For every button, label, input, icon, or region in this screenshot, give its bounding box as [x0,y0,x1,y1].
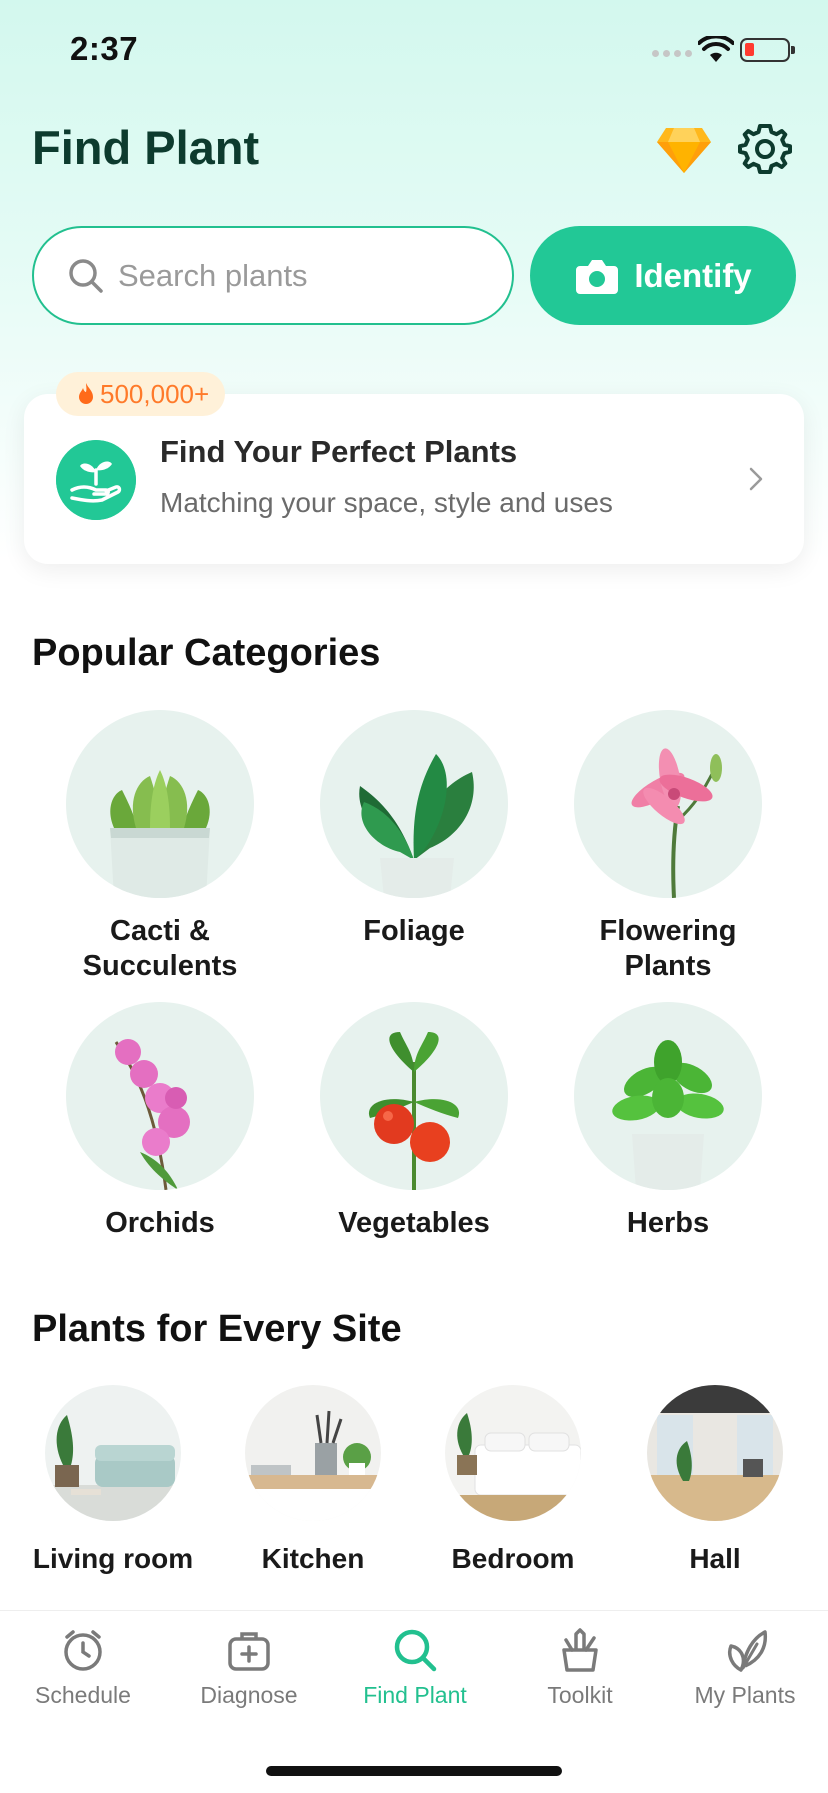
search-icon [394,1629,437,1672]
category-label: Vegetables [338,1207,490,1239]
tab-diagnose[interactable]: Diagnose [166,1622,332,1709]
identify-button[interactable]: Identify [530,226,796,325]
clock-icon [64,1630,102,1671]
category-cacti-succulents[interactable]: Cacti & Succulents [60,710,260,984]
camera-icon [576,259,619,294]
category-flowering-plants[interactable]: Flowering Plants [568,710,768,984]
foliage-image [320,710,508,898]
find-perfect-plants-card[interactable] [24,394,804,564]
category-herbs[interactable]: Herbs [568,1002,768,1241]
site-label: Kitchen [261,1543,365,1574]
site-label: Living room [32,1543,194,1574]
settings-gear-icon[interactable] [738,122,792,176]
toolkit-icon [562,1628,598,1672]
popular-categories-heading: Popular Categories [32,632,381,674]
category-label: Flowering Plants [599,915,737,982]
bedroom-image [445,1385,581,1521]
badge-text: 500,000+ [100,378,210,409]
tab-label: Diagnose [200,1682,298,1708]
search-icon [69,258,103,293]
chevron-right-icon [749,467,763,491]
living-room-image [45,1385,181,1521]
premium-gem-icon[interactable] [656,126,712,174]
category-foliage[interactable]: Foliage [314,710,514,949]
orchids-image [66,1002,254,1190]
category-label: Orchids [105,1207,215,1239]
promo-title: Find Your Perfect Plants [160,434,518,469]
hall-image [647,1385,783,1521]
page-title: Find Plant [32,121,260,174]
site-label: Bedroom [451,1543,575,1574]
plant-hand-icon [56,440,136,520]
home-indicator[interactable] [266,1766,562,1776]
medkit-icon [228,1632,270,1671]
battery-icon [740,38,795,62]
category-label: Cacti & Succulents [82,915,238,982]
vegetables-image [320,1002,508,1190]
category-label: Herbs [626,1207,710,1239]
leaves-icon [728,1630,768,1672]
category-orchids[interactable]: Orchids [60,1002,260,1241]
site-living-room[interactable]: Living room [28,1385,198,1575]
tab-label: Schedule [35,1682,131,1708]
category-vegetables[interactable]: Vegetables [314,1002,514,1241]
promo-subtitle: Matching your space, style and uses [160,487,613,518]
fire-icon [79,383,93,404]
site-label: Hall [689,1543,741,1574]
tab-find-plant[interactable]: Find Plant [332,1622,498,1709]
tab-toolkit[interactable]: Toolkit [497,1622,663,1709]
status-time: 2:37 [70,30,139,67]
tab-label: My Plants [694,1682,796,1708]
cacti-image [66,710,254,898]
herbs-image [574,1002,762,1190]
plants-every-site-heading: Plants for Every Site [32,1308,402,1350]
search-placeholder: Search plants [118,257,308,293]
kitchen-image [245,1385,381,1521]
site-hall[interactable]: Hall [630,1385,800,1575]
tab-label: Toolkit [547,1682,613,1708]
tab-label: Find Plant [363,1682,467,1708]
category-label: Foliage [363,915,465,947]
identify-label: Identify [634,256,752,294]
wifi-icon [698,36,734,62]
site-bedroom[interactable]: Bedroom [428,1385,598,1575]
flowering-image [574,710,762,898]
cellular-signal-icon [652,50,692,57]
search-input[interactable]: Search plants [32,226,514,325]
site-kitchen[interactable]: Kitchen [228,1385,398,1575]
tab-my-plants[interactable]: My Plants [662,1622,828,1709]
popularity-badge: 500,000+ [56,372,226,416]
tab-schedule[interactable]: Schedule [0,1622,166,1709]
